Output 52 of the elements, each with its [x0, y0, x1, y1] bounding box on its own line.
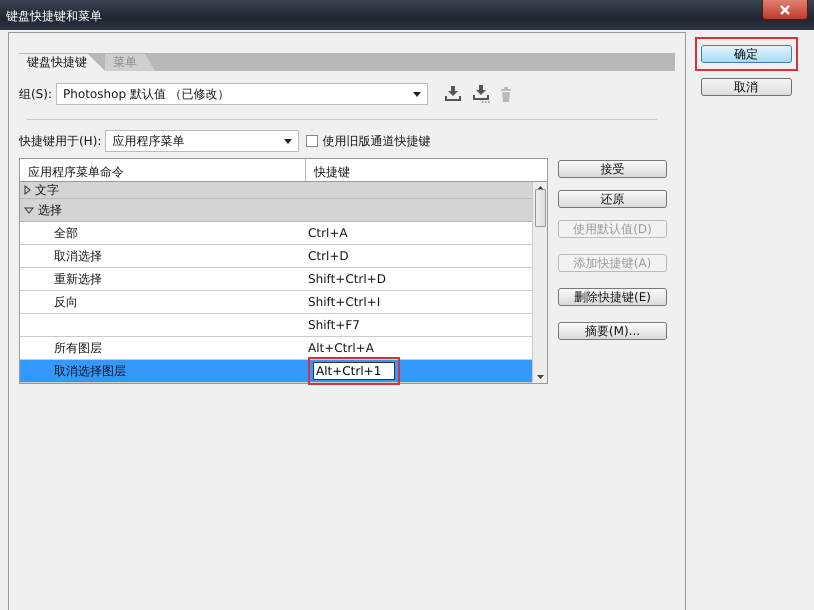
close-icon [779, 4, 791, 14]
command-name: 取消选择 [54, 248, 102, 265]
table-row[interactable]: 反向 Shift+Ctrl+I [20, 291, 532, 314]
command-name: 文字 [35, 182, 59, 199]
checkbox-label: 使用旧版通道快捷键 [322, 133, 430, 150]
caret-icon [413, 92, 422, 96]
column-header: 应用程序菜单命令 [20, 159, 306, 181]
shortcut-text: Shift+Ctrl+I [308, 294, 380, 311]
tab[interactable]: 键盘快捷键 [19, 54, 105, 71]
table-row[interactable]: 取消选择 Ctrl+D [20, 245, 532, 268]
ok-button[interactable]: 确定 [700, 45, 792, 63]
command-name: 全部 [54, 225, 78, 242]
expand-icon[interactable] [24, 185, 31, 195]
action-button[interactable]: 删除快捷键(E) [558, 288, 667, 306]
save-icon[interactable] [444, 86, 462, 102]
shortcut-text: Ctrl+D [308, 248, 349, 265]
collapse-icon[interactable] [24, 206, 34, 214]
table-row[interactable]: Shift+F7 [20, 314, 532, 337]
field-label: 快捷键用于(H): [19, 133, 102, 150]
command-name: 反向 [54, 294, 78, 311]
legacy-checkbox[interactable] [306, 135, 318, 147]
dropdown-value: Photoshop 默认值 （已修改） [63, 86, 230, 103]
table-row[interactable]: 重新选择 Shift+Ctrl+D [20, 268, 532, 291]
cancel-button[interactable]: 取消 [700, 78, 792, 96]
caret-icon [284, 138, 292, 144]
field-label: 组(S): [19, 86, 52, 103]
command-name: 所有图层 [54, 340, 102, 357]
command-name: 选择 [38, 202, 62, 219]
action-button[interactable]: 接受 [558, 160, 667, 178]
action-button[interactable]: 摘要(M)... [558, 322, 667, 340]
scrollbar[interactable] [532, 182, 547, 383]
table-row[interactable]: 全部 Ctrl+A [20, 222, 532, 245]
shortcut-text: Shift+F7 [308, 317, 360, 334]
table-row[interactable]: 文字 [20, 182, 532, 199]
scroll-thumb[interactable] [534, 188, 546, 226]
window-title: 键盘快捷键和菜单 [5, 8, 102, 25]
save-as-icon[interactable] [472, 85, 490, 103]
command-name: 取消选择图层 [54, 363, 126, 380]
table-row[interactable]: 取消选择图层 Alt+Ctrl+1 [20, 360, 532, 383]
scroll-down-icon[interactable] [536, 375, 544, 379]
shortcut-text: Alt+Ctrl+A [308, 340, 374, 357]
shortcut-text: Shift+Ctrl+D [308, 271, 386, 288]
dropdown-value: 应用程序菜单 [112, 133, 184, 150]
table-row[interactable]: 选择 [20, 199, 532, 222]
command-name: 重新选择 [54, 271, 102, 288]
shortcut-text: Ctrl+A [308, 225, 348, 242]
group-dropdown[interactable]: Photoshop 默认值 （已修改） [56, 83, 428, 105]
context-dropdown[interactable]: 应用程序菜单 [105, 130, 300, 152]
column-header: 快捷键 [312, 164, 351, 181]
shortcut-input[interactable]: Alt+Ctrl+1 [313, 362, 395, 380]
close-button[interactable] [762, 0, 808, 20]
action-button[interactable]: 还原 [558, 190, 667, 208]
